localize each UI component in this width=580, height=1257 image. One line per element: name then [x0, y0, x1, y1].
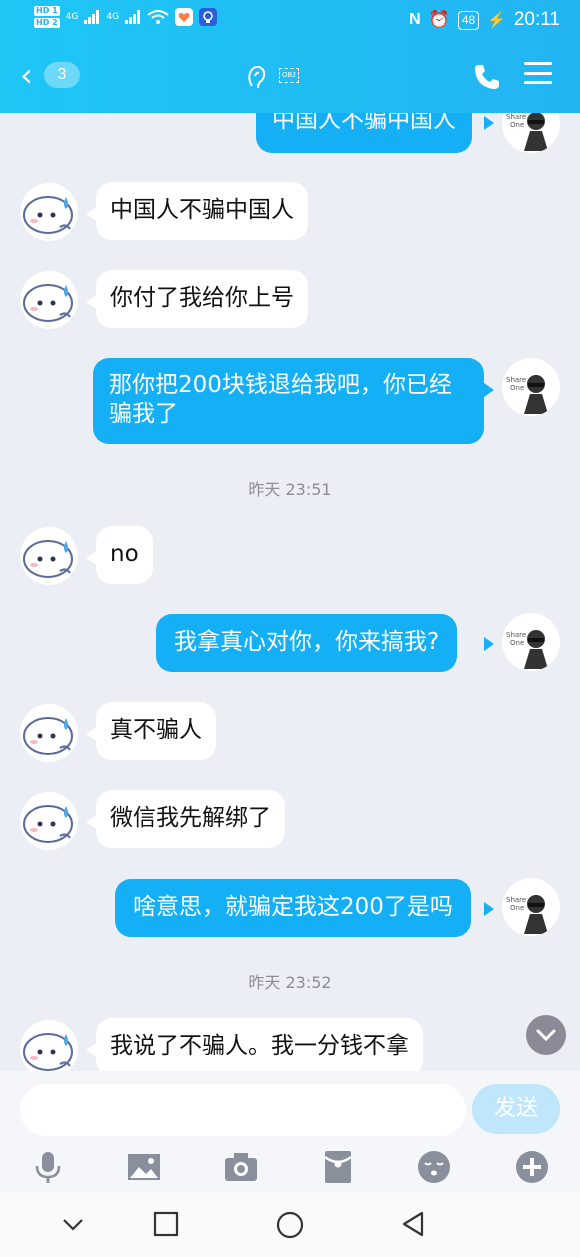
svg-text:Share: Share — [506, 631, 526, 639]
chat-nav-bar: ‹ 3 OBJ — [0, 56, 580, 100]
system-navigation-bar — [0, 1193, 580, 1257]
network-label-2: 4G — [106, 12, 120, 22]
message-bubble[interactable]: 啥意思，就骗定我这200了是吗 — [115, 879, 471, 937]
my-avatar[interactable]: Share One — [502, 878, 560, 936]
network-label-1: 4G — [65, 12, 79, 22]
boy-avatar-icon: ShareOne — [506, 895, 548, 934]
message-bubble[interactable]: no — [96, 526, 153, 584]
message-timestamp: 昨天 23:52 — [248, 973, 332, 992]
my-avatar[interactable]: Share One — [502, 113, 560, 153]
hide-keyboard-chevron-icon[interactable] — [60, 1211, 86, 1237]
phone-call-icon[interactable] — [472, 62, 502, 92]
message-list[interactable]: 中国人不骗中国人 Share One 中国人不骗中国人 你付了我给你上号 那你把2… — [0, 113, 580, 1071]
red-packet-icon[interactable] — [320, 1149, 356, 1185]
hd2-badge: HD 2 — [34, 18, 60, 28]
boy-avatar-icon: ShareOne — [506, 113, 548, 151]
home-icon[interactable] — [276, 1211, 304, 1239]
recent-apps-icon[interactable] — [153, 1211, 179, 1237]
svg-text:Share: Share — [506, 376, 526, 384]
message-bubble[interactable]: 中国人不骗中国人 — [96, 182, 308, 240]
contact-avatar[interactable] — [20, 704, 78, 762]
charging-icon: ⚡ — [487, 12, 506, 29]
cat-avatar-icon — [23, 805, 73, 843]
message-bubble[interactable]: 中国人不骗中国人 — [256, 113, 472, 153]
back-chevron-icon[interactable]: ‹ — [20, 59, 33, 91]
chat-header: HD 1 HD 2 4G 4G N ⏰ 48 ⚡ 20:11 ‹ 3 OBJ — [0, 0, 580, 113]
message-input[interactable] — [20, 1084, 466, 1136]
emoji-icon[interactable] — [416, 1149, 452, 1185]
camera-icon[interactable] — [223, 1149, 259, 1185]
cat-avatar-icon — [23, 196, 73, 234]
my-avatar[interactable]: Share One — [502, 613, 560, 671]
boy-avatar-icon: ShareOne — [506, 375, 548, 414]
signal-icon — [84, 10, 100, 24]
contact-avatar[interactable] — [20, 792, 78, 850]
image-icon[interactable] — [126, 1149, 162, 1185]
cat-avatar-icon — [23, 540, 73, 578]
nfc-icon: N — [409, 11, 421, 28]
hd1-badge: HD 1 — [34, 6, 60, 16]
obj-icon[interactable]: OBJ — [279, 68, 299, 83]
my-avatar[interactable]: Share One — [502, 358, 560, 416]
signal-icon — [125, 10, 141, 24]
message-bubble[interactable]: 你付了我给你上号 — [96, 270, 308, 328]
health-app-icon — [175, 8, 194, 26]
clock: 20:11 — [513, 9, 560, 30]
input-toolbar — [0, 1147, 580, 1187]
input-bar: 发送 — [0, 1071, 580, 1193]
back-icon[interactable] — [400, 1211, 426, 1237]
message-bubble[interactable]: 我说了不骗人。我一分钱不拿 — [96, 1018, 423, 1071]
alarm-icon: ⏰ — [428, 10, 450, 29]
status-bar: HD 1 HD 2 4G 4G N ⏰ 48 ⚡ 20:11 — [0, 0, 580, 40]
menu-icon[interactable] — [524, 62, 552, 84]
cat-avatar-icon — [23, 717, 73, 755]
contact-avatar[interactable] — [20, 271, 78, 329]
boy-avatar-icon: ShareOne — [506, 630, 548, 669]
message-bubble[interactable]: 那你把200块钱退给我吧，你已经骗我了 — [93, 358, 484, 444]
svg-text:One: One — [510, 639, 524, 647]
contact-avatar[interactable] — [20, 1020, 78, 1071]
contact-avatar[interactable] — [20, 183, 78, 241]
svg-text:One: One — [510, 904, 524, 912]
status-left: HD 1 HD 2 4G 4G — [34, 6, 218, 28]
chevron-down-icon — [536, 1029, 556, 1042]
message-timestamp: 昨天 23:51 — [248, 480, 332, 499]
svg-text:Share: Share — [506, 113, 526, 121]
scroll-to-bottom-button[interactable] — [526, 1015, 566, 1055]
status-right: N ⏰ 48 ⚡ 20:11 — [409, 9, 560, 31]
send-button[interactable]: 发送 — [472, 1084, 560, 1134]
svg-text:One: One — [510, 121, 524, 129]
wifi-icon — [147, 10, 169, 24]
ear-icon[interactable] — [246, 64, 268, 92]
lightbulb-app-icon — [199, 8, 218, 26]
svg-text:One: One — [510, 384, 524, 392]
message-bubble[interactable]: 我拿真心对你，你来搞我? — [156, 614, 458, 672]
contact-avatar[interactable] — [20, 527, 78, 585]
battery-indicator: 48 — [457, 10, 480, 30]
message-bubble[interactable]: 真不骗人 — [96, 702, 216, 760]
plus-icon[interactable] — [514, 1149, 550, 1185]
svg-text:Share: Share — [506, 896, 526, 904]
cat-avatar-icon — [23, 284, 73, 322]
microphone-icon[interactable] — [30, 1149, 66, 1185]
message-bubble[interactable]: 微信我先解绑了 — [96, 790, 285, 848]
cat-avatar-icon — [23, 1033, 73, 1071]
unread-count-badge[interactable]: 3 — [44, 62, 80, 88]
